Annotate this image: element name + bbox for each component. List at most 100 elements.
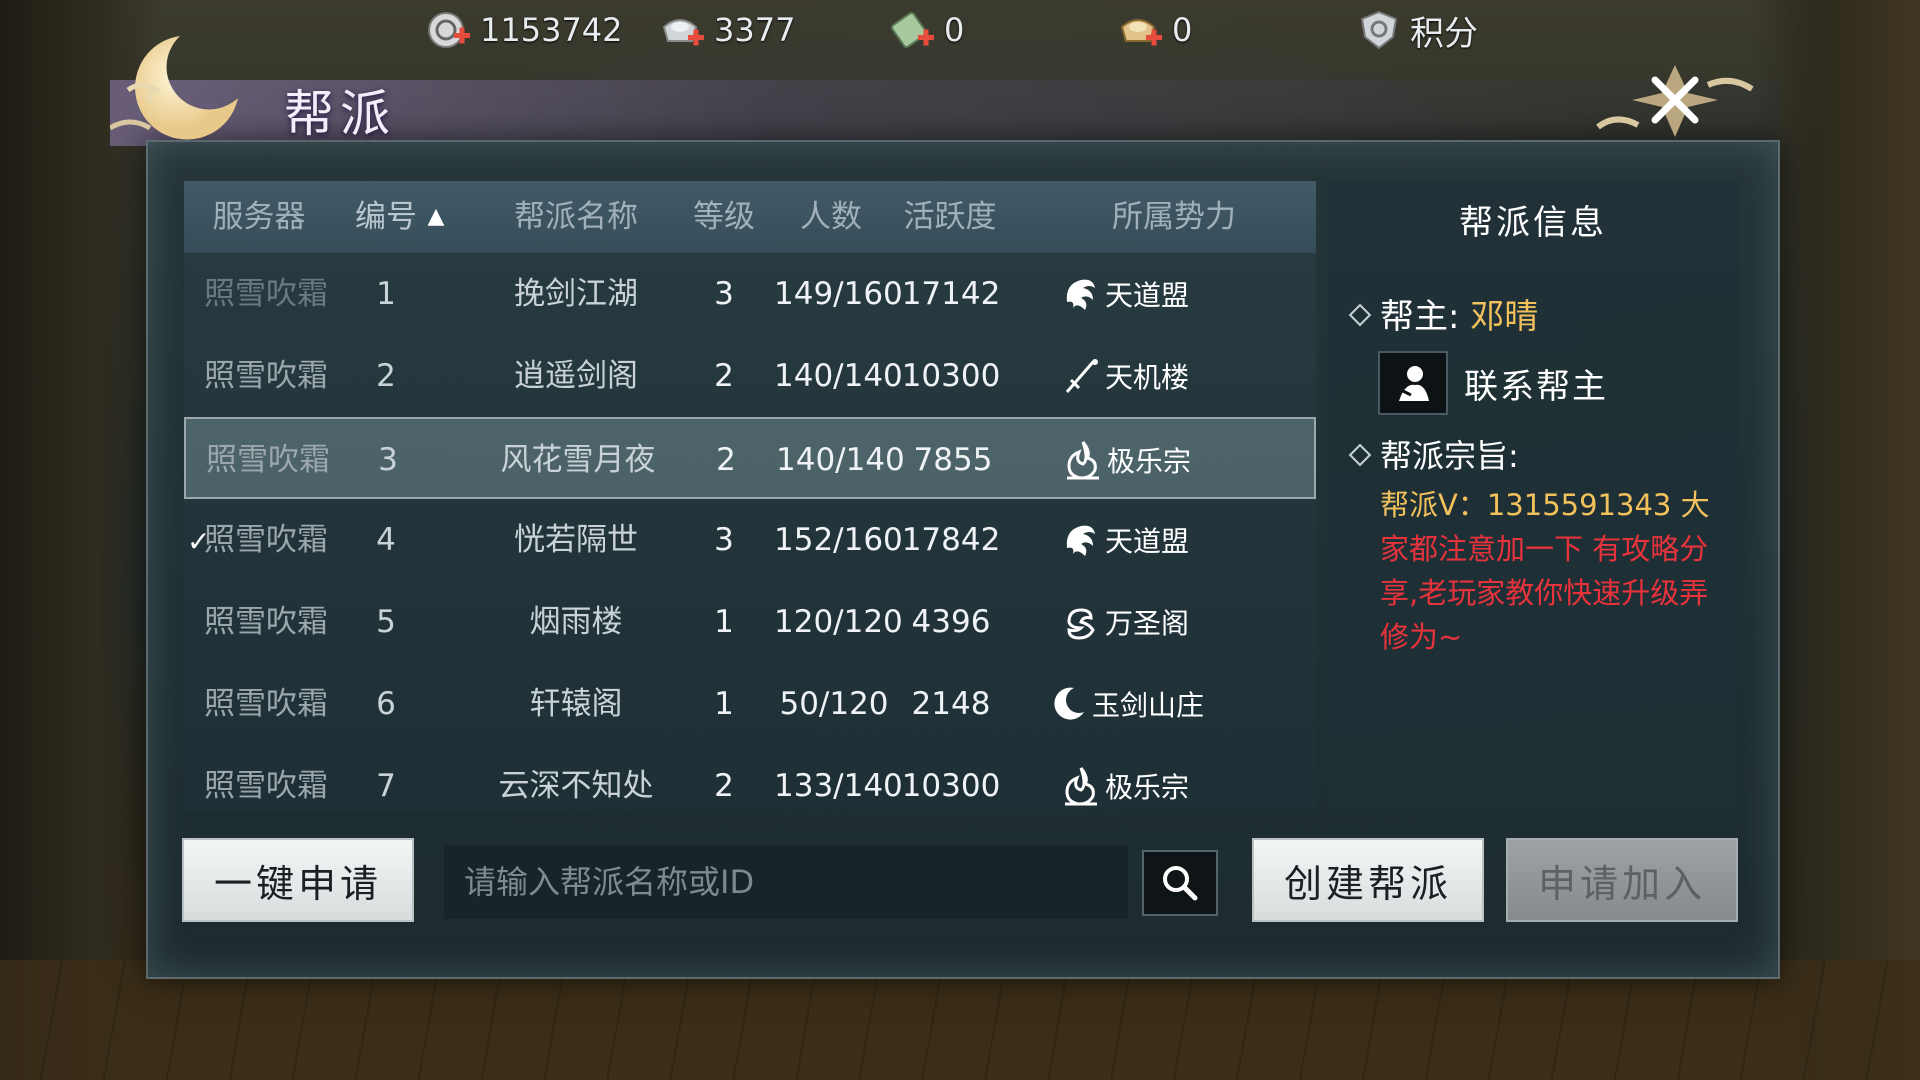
- search-icon: [1163, 866, 1198, 901]
- leader-label: 帮主:: [1380, 297, 1471, 337]
- dragon-emblem-icon: [1066, 279, 1095, 310]
- one-click-apply-button[interactable]: 一键申请: [182, 838, 414, 922]
- table-row[interactable]: 照雪吹霜 5 烟雨楼 1 120/120 4396 万圣阁: [184, 581, 1316, 663]
- cell-members: 152/160: [774, 522, 903, 558]
- cell-id: 4: [376, 522, 396, 558]
- cell-name: 恍若隔世: [514, 522, 638, 558]
- table-row[interactable]: ✓ 照雪吹霜 4 恍若隔世 3 152/160 17842 天道盟: [184, 499, 1316, 581]
- cell-faction: 万圣阁: [1059, 581, 1189, 663]
- header-members[interactable]: 人数: [795, 181, 867, 253]
- motto-text: 帮派V：1315591343 大家都注意加一下 有攻略分享,老玩家教你快速升级弄…: [1380, 483, 1725, 659]
- cell-faction: 天道盟: [1059, 499, 1189, 581]
- faction-name: 玉剑山庄: [1092, 689, 1205, 722]
- cell-members: 133/140: [774, 768, 903, 804]
- background-tree-left: [0, 0, 160, 1080]
- cell-members: 140/140: [776, 442, 905, 478]
- create-guild-button[interactable]: 创建帮派: [1252, 838, 1484, 922]
- header-faction[interactable]: 所属势力: [1104, 181, 1244, 253]
- table-header: 服务器 编号 ▲ 帮派名称 等级 人数 活跃度 所属势力: [184, 181, 1316, 253]
- motto-text-gold: 帮派V：1315591343 大: [1380, 488, 1710, 522]
- cell-level: 2: [714, 358, 734, 394]
- cell-faction: 极乐宗: [1061, 419, 1191, 501]
- cell-activity: 10300: [901, 768, 1001, 804]
- silver-value: 3377: [714, 11, 796, 49]
- cell-level: 3: [714, 276, 734, 312]
- header-id[interactable]: 编号: [350, 181, 422, 253]
- table-row[interactable]: 照雪吹霜 3 风花雪月夜 2 140/140 7855 极乐宗: [184, 417, 1316, 499]
- currency-silver[interactable]: 3377: [660, 0, 795, 60]
- faction-name: 万圣阁: [1105, 607, 1190, 640]
- cell-server: 照雪吹霜: [206, 442, 330, 478]
- cell-server: 照雪吹霜: [204, 768, 328, 804]
- header-server[interactable]: 服务器: [204, 181, 314, 253]
- header-level[interactable]: 等级: [688, 181, 760, 253]
- cell-id: 5: [376, 604, 396, 640]
- motto-label: 帮派宗旨:: [1380, 437, 1519, 475]
- gold-ingot-plus-icon: [1118, 9, 1164, 51]
- points-label: 积分: [1410, 13, 1478, 54]
- cell-activity: 4396: [911, 604, 991, 640]
- person-icon: [1399, 366, 1429, 401]
- cell-server: 照雪吹霜: [204, 358, 328, 394]
- crescent-moon-icon: [108, 28, 250, 148]
- cell-faction: 天机楼: [1059, 335, 1189, 417]
- cell-faction: 极乐宗: [1059, 745, 1189, 827]
- cell-name: 云深不知处: [498, 768, 654, 804]
- silver-ingot-plus-icon: [660, 9, 706, 51]
- close-button[interactable]: [1590, 55, 1760, 145]
- faction-name: 天道盟: [1105, 525, 1190, 558]
- currency-jade[interactable]: 0: [890, 0, 964, 60]
- cloud-emblem-icon: [1067, 608, 1095, 640]
- moon-emblem-icon: [1054, 687, 1084, 720]
- shield-points-icon: [1356, 9, 1402, 51]
- cell-server: 照雪吹霜: [204, 276, 328, 312]
- currency-coins[interactable]: 1153742: [426, 0, 623, 60]
- cell-id: 2: [376, 358, 396, 394]
- cell-members: 149/160: [774, 276, 903, 312]
- cell-faction: 天道盟: [1059, 253, 1189, 335]
- cell-members: 140/140: [774, 358, 903, 394]
- faction-name: 天道盟: [1105, 279, 1190, 312]
- cell-id: 3: [378, 442, 398, 478]
- search-button[interactable]: [1142, 850, 1218, 916]
- leader-row: 帮主: 邓晴: [1380, 289, 1538, 338]
- jade-value: 0: [944, 11, 965, 49]
- guild-info-panel: 帮派信息 帮主: 邓晴 联系帮主 帮派宗旨: 帮派V：1315591343 大家…: [1328, 181, 1738, 811]
- gold-value: 0: [1172, 11, 1193, 49]
- motto-text-red: 家都注意加一下 有攻略分享,老玩家教你快速升级弄修为~: [1380, 532, 1709, 654]
- contact-leader-button[interactable]: [1378, 351, 1448, 415]
- currency-points[interactable]: 积分: [1356, 0, 1478, 60]
- cell-members: 120/120: [774, 604, 903, 640]
- table-row[interactable]: 照雪吹霜 6 轩辕阁 1 50/120 2148 玉剑山庄: [184, 663, 1316, 745]
- sort-ascending-icon[interactable]: ▲: [424, 181, 448, 253]
- cell-name: 挽剑江湖: [514, 276, 638, 312]
- cell-level: 2: [714, 768, 734, 804]
- table-row[interactable]: 照雪吹霜 7 云深不知处 2 133/140 10300 极乐宗: [184, 745, 1316, 827]
- diamond-bullet-icon: [1348, 303, 1372, 327]
- cell-activity: 2148: [911, 686, 991, 722]
- faction-name: 极乐宗: [1107, 445, 1192, 478]
- guild-table: 服务器 编号 ▲ 帮派名称 等级 人数 活跃度 所属势力 照雪吹霜 1 挽剑江湖 3 1…: [184, 181, 1316, 811]
- coin-value: 1153742: [480, 11, 623, 49]
- cell-activity: 17842: [901, 522, 1001, 558]
- cell-level: 2: [716, 442, 736, 478]
- diamond-bullet-icon: [1348, 443, 1372, 467]
- table-row[interactable]: 照雪吹霜 1 挽剑江湖 3 149/160 17142 天道盟: [184, 253, 1316, 335]
- table-row[interactable]: 照雪吹霜 2 逍遥剑阁 2 140/140 10300 天机楼: [184, 335, 1316, 417]
- contact-leader-label[interactable]: 联系帮主: [1464, 359, 1608, 408]
- info-header: 帮派信息: [1328, 181, 1738, 265]
- cell-server: 照雪吹霜: [204, 604, 328, 640]
- table-body: 照雪吹霜 1 挽剑江湖 3 149/160 17142 天道盟 照雪吹霜 2 逍遥剑阁 2 140/1…: [184, 253, 1316, 811]
- currency-gold[interactable]: 0: [1118, 0, 1192, 60]
- flame-emblem-icon: [1065, 767, 1097, 806]
- cell-id: 1: [376, 276, 396, 312]
- faction-name: 极乐宗: [1105, 771, 1190, 804]
- jade-ticket-plus-icon: [890, 9, 936, 51]
- header-name[interactable]: 帮派名称: [506, 181, 646, 253]
- dragon-emblem-icon: [1066, 525, 1095, 556]
- search-input[interactable]: [462, 862, 1106, 902]
- header-activity[interactable]: 活跃度: [898, 181, 1002, 253]
- cell-name: 逍遥剑阁: [514, 358, 638, 394]
- cell-name: 烟雨楼: [529, 604, 623, 640]
- apply-join-button[interactable]: 申请加入: [1506, 838, 1738, 922]
